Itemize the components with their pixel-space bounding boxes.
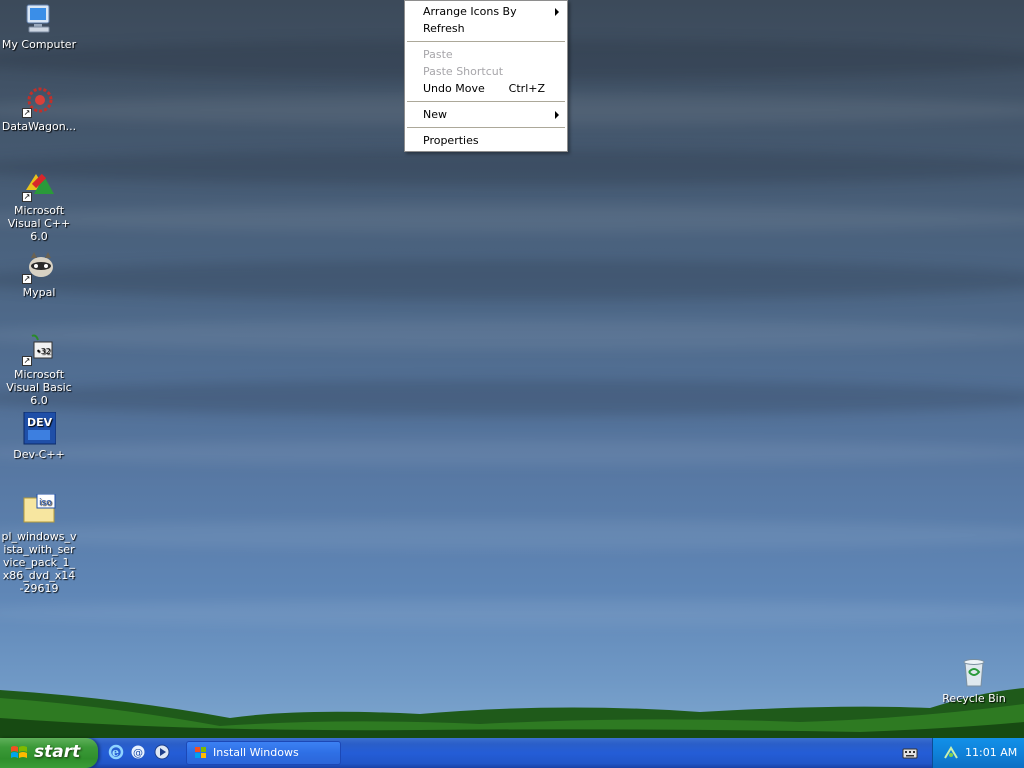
menu-item-label: Undo Move xyxy=(423,82,485,95)
outlook-express-icon[interactable]: @ xyxy=(130,744,146,760)
svg-text:e: e xyxy=(112,746,119,759)
visual-cpp-icon: ↗ xyxy=(22,168,56,202)
taskbar-button-label: Install Windows xyxy=(213,746,299,759)
desktop-context-menu: Arrange Icons By Refresh Paste Paste Sho… xyxy=(404,0,568,152)
menu-item-paste-shortcut: Paste Shortcut xyxy=(405,63,567,80)
menu-item-label: Arrange Icons By xyxy=(423,5,517,18)
shortcut-arrow-icon: ↗ xyxy=(22,356,32,366)
recycle-bin-icon xyxy=(957,656,991,690)
mypal-icon: ↗ xyxy=(22,250,56,284)
internet-explorer-icon[interactable]: e xyxy=(108,744,124,760)
start-button[interactable]: start xyxy=(0,738,98,768)
svg-text:@: @ xyxy=(133,748,143,759)
menu-item-shortcut: Ctrl+Z xyxy=(508,82,545,95)
dev-cpp-icon: DEV xyxy=(22,411,57,446)
menu-separator xyxy=(407,101,565,102)
desktop-icon-label: DataWagon... xyxy=(1,120,77,133)
svg-text:DEV: DEV xyxy=(27,416,53,429)
menu-item-arrange-icons-by[interactable]: Arrange Icons By xyxy=(405,3,567,20)
windows-logo-icon xyxy=(11,746,27,758)
desktop-icon-label: Dev-C++ xyxy=(13,448,65,461)
keyboard-icon[interactable] xyxy=(902,746,918,760)
submenu-arrow-icon xyxy=(555,111,559,119)
menu-separator xyxy=(407,41,565,42)
desktop-icon-datawagon[interactable]: ↗ DataWagon... xyxy=(0,84,78,133)
menu-item-refresh[interactable]: Refresh xyxy=(405,20,567,37)
desktop-icon-label: Recycle Bin xyxy=(942,692,1006,705)
menu-item-undo-move[interactable]: Undo Move Ctrl+Z xyxy=(405,80,567,97)
svg-text:iso: iso xyxy=(39,498,52,508)
taskbar-button-install-windows[interactable]: Install Windows xyxy=(186,741,341,765)
media-player-icon[interactable] xyxy=(154,744,170,760)
datawagon-icon: ↗ xyxy=(22,84,56,118)
network-tray-icon[interactable] xyxy=(943,745,959,761)
clock[interactable]: 11:01 AM xyxy=(965,746,1017,759)
menu-item-label: Paste Shortcut xyxy=(423,65,504,78)
svg-text:•32: •32 xyxy=(36,347,51,356)
menu-item-new[interactable]: New xyxy=(405,106,567,123)
system-tray: 11:01 AM xyxy=(932,738,1024,768)
desktop-icon-visual-cpp[interactable]: ↗ Microsoft Visual C++ 6.0 xyxy=(0,168,78,243)
menu-item-label: Paste xyxy=(423,48,453,61)
desktop-icon-dev-cpp[interactable]: DEV Dev-C++ xyxy=(0,411,78,461)
my-computer-icon xyxy=(22,2,56,36)
menu-item-label: Properties xyxy=(423,134,479,147)
start-label: start xyxy=(34,742,81,762)
shortcut-arrow-icon: ↗ xyxy=(22,192,32,202)
menu-item-label: Refresh xyxy=(423,22,465,35)
taskbar: start e @ Install Windows 11:01 AM xyxy=(0,738,1024,768)
desktop-icon-label: Microsoft Visual Basic 6.0 xyxy=(6,368,72,407)
desktop-icon-visual-basic[interactable]: •32 ↗ Microsoft Visual Basic 6.0 xyxy=(0,332,78,407)
menu-item-properties[interactable]: Properties xyxy=(405,132,567,149)
desktop-icon-label: Mypal xyxy=(22,286,56,299)
desktop-icon-iso-file[interactable]: iso pl_windows_vista_with_service_pack_1… xyxy=(0,493,78,595)
submenu-arrow-icon xyxy=(555,8,559,16)
menu-separator xyxy=(407,127,565,128)
visual-basic-icon: •32 ↗ xyxy=(22,332,56,366)
desktop-icon-label: Microsoft Visual C++ 6.0 xyxy=(7,204,71,243)
windows-flag-icon xyxy=(195,747,206,758)
desktop[interactable]: My Computer ↗ DataWagon... ↗ Microsoft V… xyxy=(0,0,1024,738)
desktop-icon-recycle-bin[interactable]: Recycle Bin xyxy=(935,656,1013,705)
desktop-icon-label: My Computer xyxy=(1,38,77,51)
iso-file-icon: iso xyxy=(22,493,56,528)
shortcut-arrow-icon: ↗ xyxy=(22,108,32,118)
desktop-icon-mypal[interactable]: ↗ Mypal xyxy=(0,250,78,299)
desktop-icon-my-computer[interactable]: My Computer xyxy=(0,2,78,51)
green-hills xyxy=(0,688,1024,738)
shortcut-arrow-icon: ↗ xyxy=(22,274,32,284)
desktop-icon-label: pl_windows_vista_with_service_pack_1_x86… xyxy=(1,530,77,595)
menu-item-paste: Paste xyxy=(405,46,567,63)
menu-item-label: New xyxy=(423,108,447,121)
